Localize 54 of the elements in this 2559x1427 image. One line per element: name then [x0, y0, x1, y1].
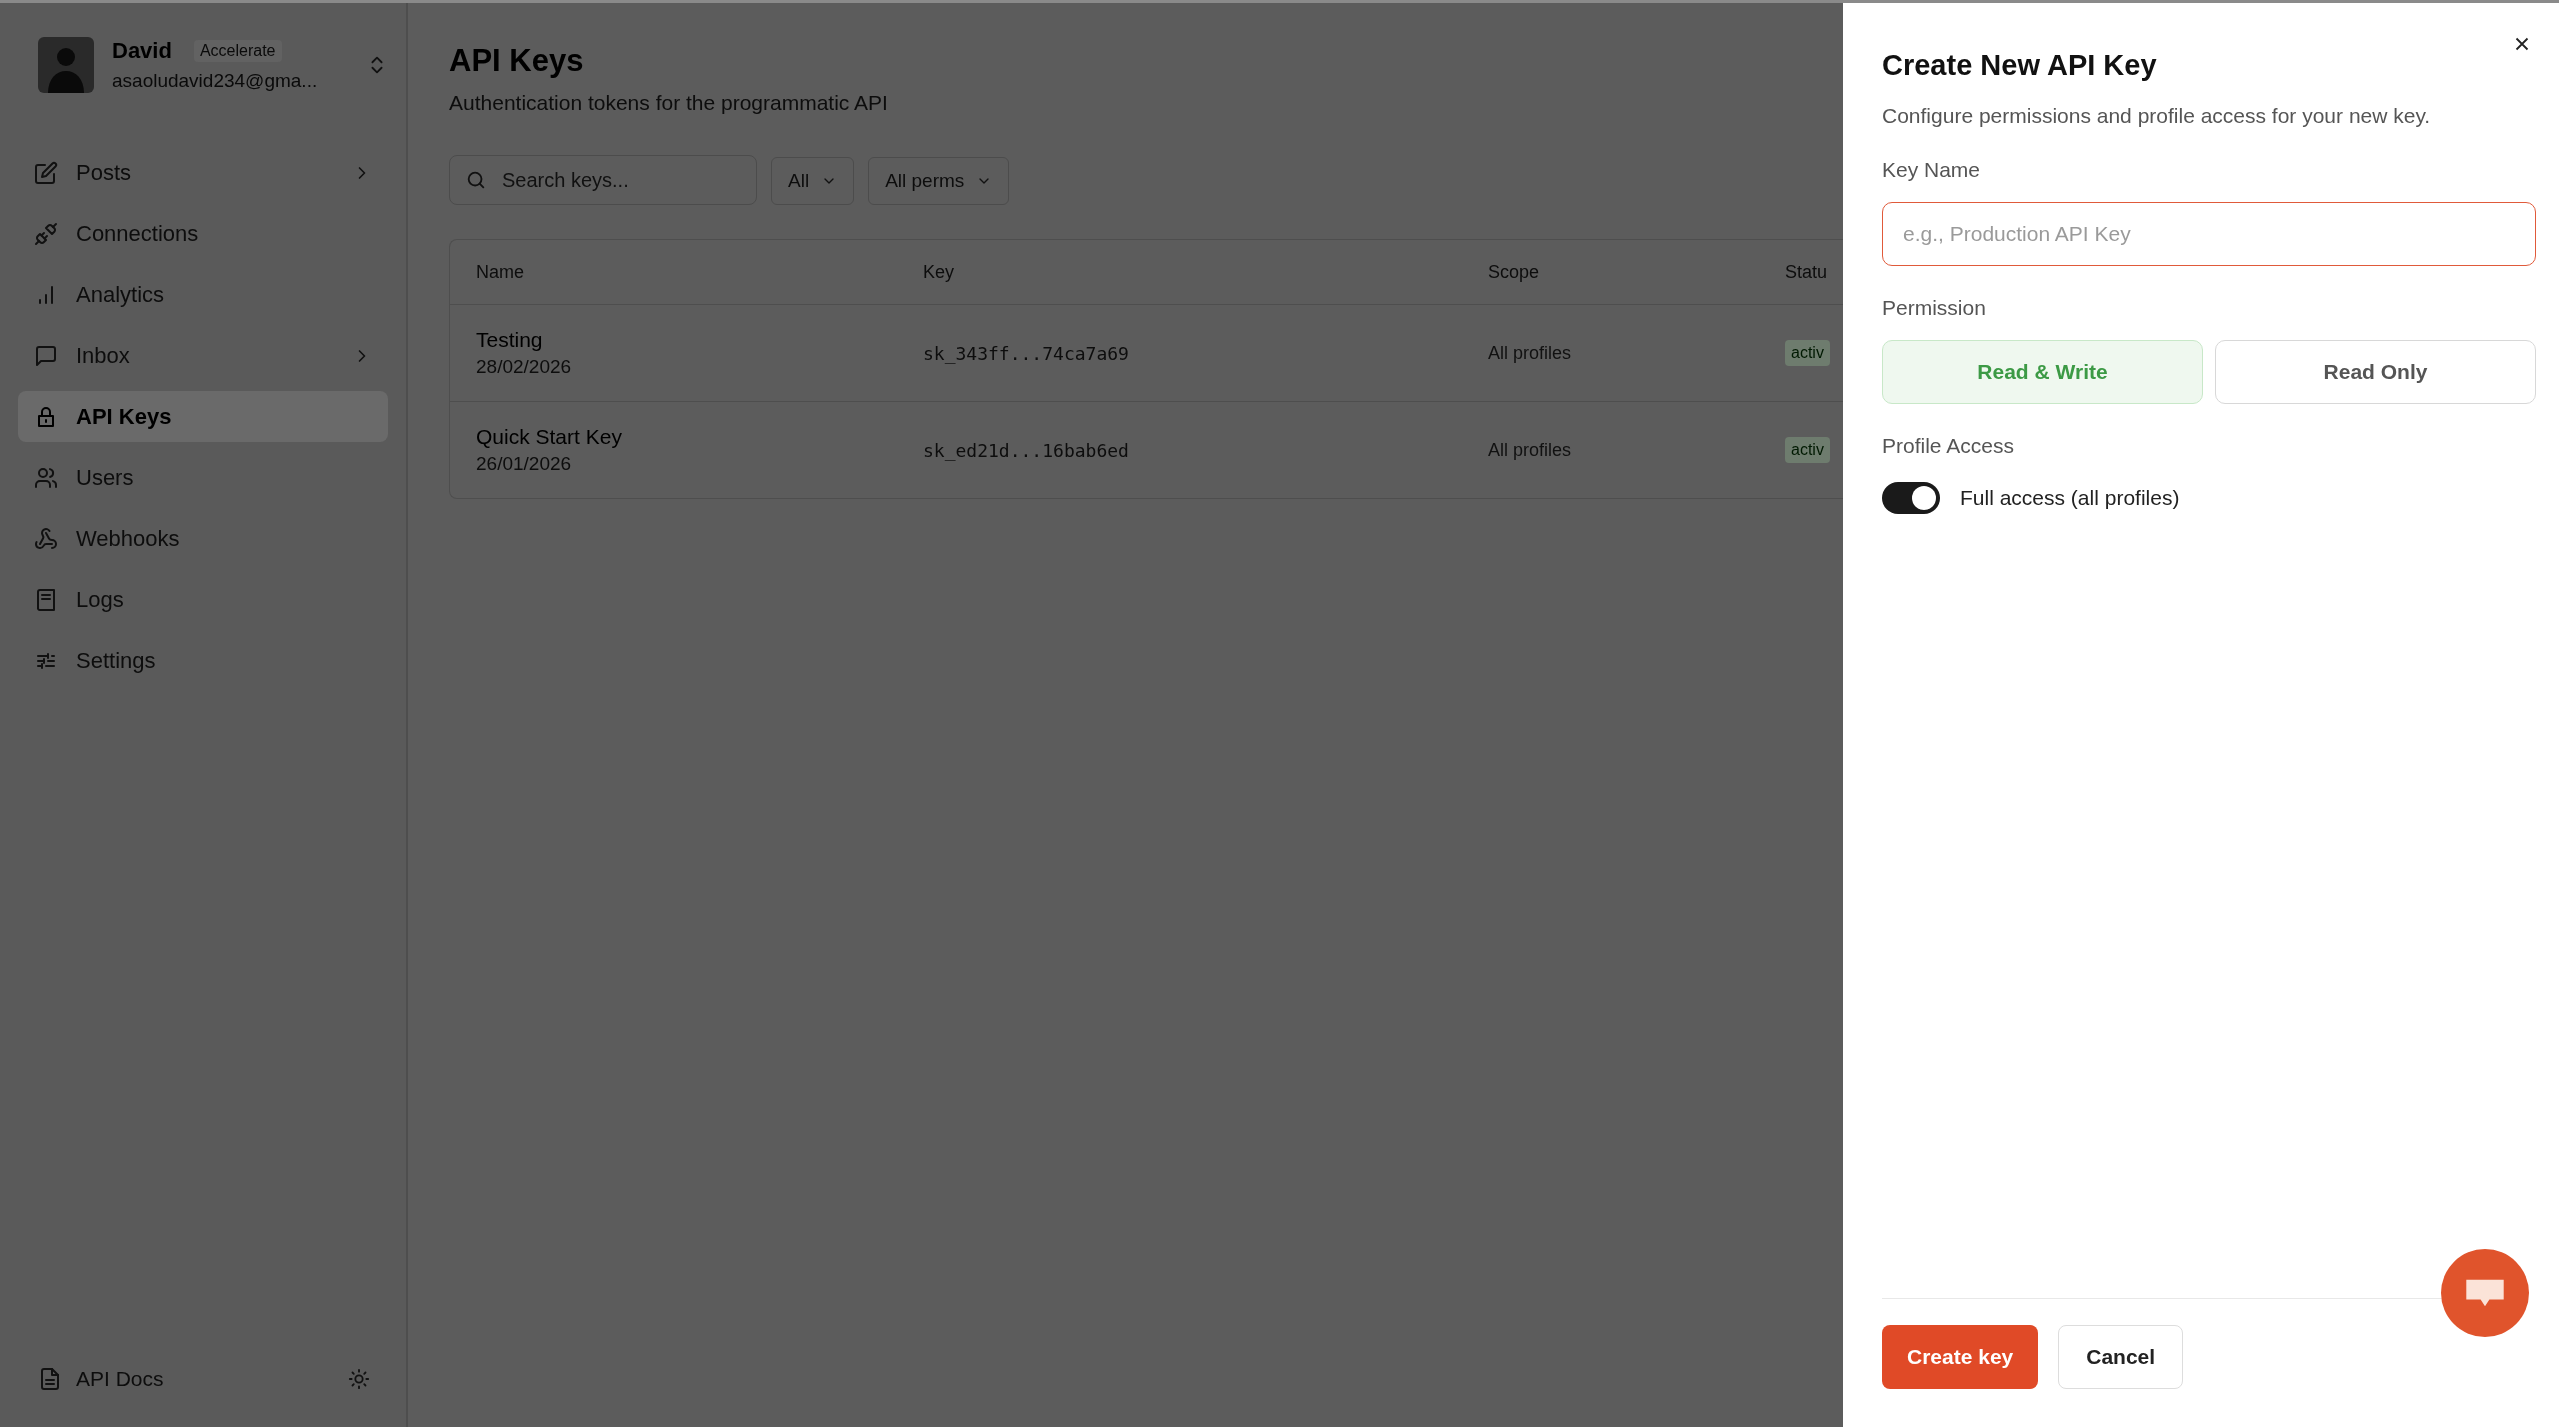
- api-docs-link[interactable]: API Docs: [38, 1367, 164, 1391]
- plan-badge: Accelerate: [193, 40, 282, 62]
- permission-option[interactable]: Read & Write: [1882, 340, 2203, 404]
- search-field[interactable]: Search keys...: [449, 155, 757, 205]
- field-label: Permission: [1882, 296, 1987, 320]
- plug-icon: [34, 221, 58, 246]
- filter-dropdown[interactable]: All perms: [868, 157, 1010, 205]
- toggle-label: Full access (all profiles): [1960, 486, 2180, 510]
- key-value: sk_343ff...74ca7a69: [923, 342, 1130, 364]
- webhook-icon: [34, 526, 58, 551]
- sidebar-item[interactable]: Settings: [18, 635, 388, 686]
- sidebar-item[interactable]: API Keys: [18, 391, 388, 442]
- key-name: Testing: [476, 328, 544, 352]
- permission-option[interactable]: Read Only: [2215, 340, 2536, 404]
- dialog-description: Configure permissions and profile access for your new key.: [1882, 104, 2432, 128]
- message-icon: [34, 343, 58, 368]
- key-value: sk_ed21d...16bab6ed: [923, 439, 1130, 461]
- scope-cell-text: All profiles: [1488, 342, 1573, 364]
- page-title: API Keys: [449, 43, 585, 79]
- status-badge: activ: [1785, 340, 1830, 366]
- scope-cell-text: All profiles: [1488, 439, 1573, 461]
- sidebar-item[interactable]: Connections: [18, 208, 388, 259]
- column-header: Scope: [1488, 261, 1541, 283]
- key-name-input[interactable]: e.g., Production API Key: [1882, 202, 2536, 266]
- column-header: Key: [923, 261, 956, 283]
- key-name: Quick Start Key: [476, 425, 623, 449]
- search-icon: [465, 169, 487, 191]
- created-date: 28/02/2026: [476, 356, 573, 378]
- edit-icon: [34, 160, 58, 185]
- dialog-title: Create New API Key: [1882, 49, 2158, 82]
- page-subtitle: Authentication tokens for the programmatic API: [449, 91, 889, 115]
- sidebar-item[interactable]: Posts: [18, 147, 388, 198]
- sun-icon[interactable]: [348, 1368, 370, 1390]
- sidebar-item[interactable]: Webhooks: [18, 513, 388, 564]
- sidebar-item[interactable]: Inbox: [18, 330, 388, 381]
- toggle-switch[interactable]: [1882, 482, 1940, 514]
- book-icon: [34, 587, 58, 612]
- sidebar-item[interactable]: Users: [18, 452, 388, 503]
- created-date: 26/01/2026: [476, 453, 573, 475]
- filter-dropdown[interactable]: All: [771, 157, 855, 205]
- column-header: Name: [476, 261, 525, 283]
- user-email: asaoludavid234@gma...: [112, 70, 319, 92]
- column-header: Statu: [1785, 261, 1829, 283]
- user-name: David: [112, 38, 172, 64]
- sidebar-item[interactable]: Logs: [18, 574, 388, 625]
- document-icon: [38, 1367, 62, 1391]
- sidebar-item[interactable]: Analytics: [18, 269, 388, 320]
- cancel-button[interactable]: Cancel: [2058, 1325, 2184, 1389]
- avatar-icon: [38, 37, 94, 93]
- field-label: Profile Access: [1882, 434, 2015, 458]
- users-icon: [34, 465, 58, 490]
- create-key-button[interactable]: Create key: [1882, 1325, 2039, 1389]
- status-badge: activ: [1785, 437, 1830, 463]
- field-label: Key Name: [1882, 158, 1982, 182]
